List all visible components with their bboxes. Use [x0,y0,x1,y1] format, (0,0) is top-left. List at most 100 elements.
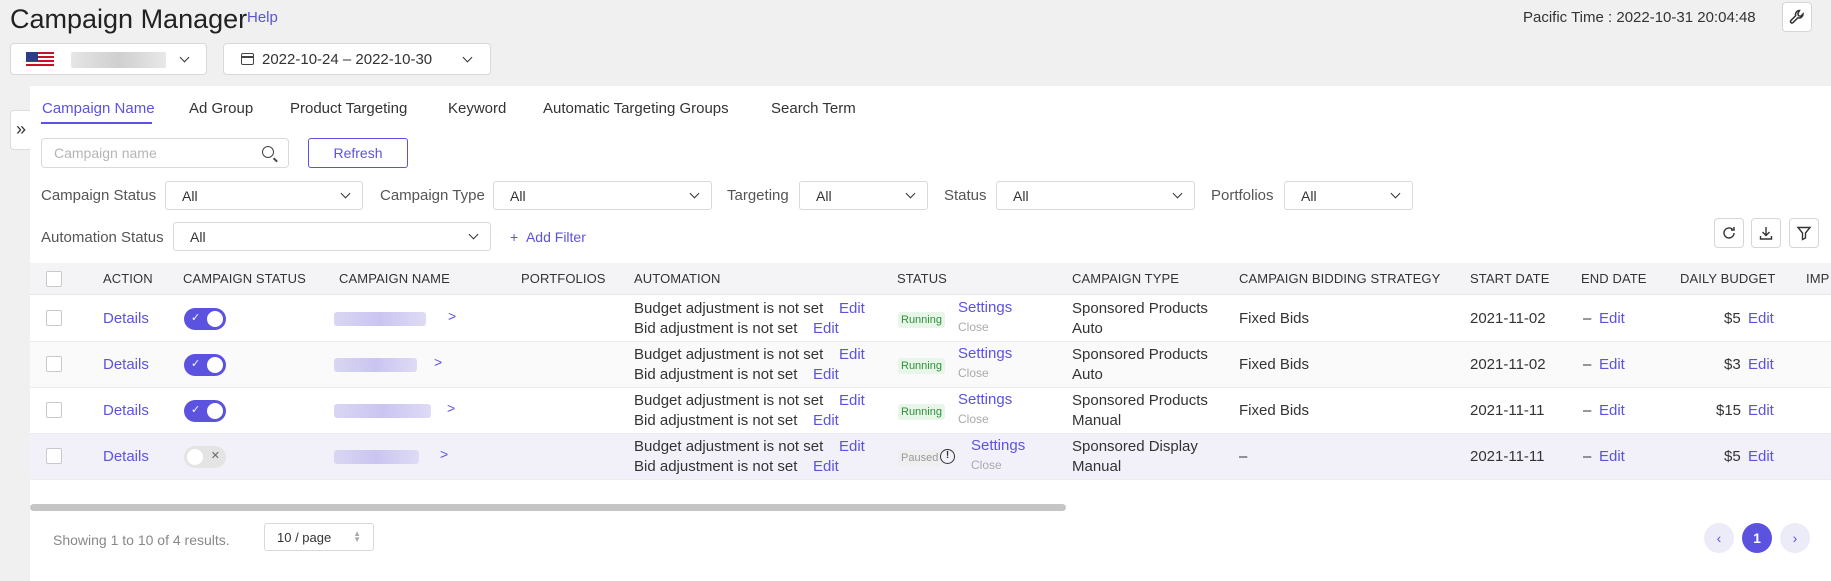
end-date-edit[interactable]: Edit [1599,356,1625,373]
campaign-name-redacted [334,358,417,372]
budget-adjustment-edit[interactable]: Edit [839,346,865,363]
budget-adjustment-edit[interactable]: Edit [839,438,865,455]
row-checkbox[interactable] [46,310,62,326]
budget-adjustment-text: Budget adjustment is not set [634,392,824,409]
next-page-button[interactable]: › [1780,523,1810,553]
campaign-type-line1: Sponsored Products [1072,300,1208,317]
col-daily-budget: DAILY BUDGET [1680,271,1776,286]
daily-budget-edit[interactable]: Edit [1748,448,1774,465]
filter-icon [1796,226,1812,241]
bid-adjustment-text: Bid adjustment is not set [634,320,798,337]
search-input[interactable]: Campaign name [41,138,289,168]
chevron-down-icon [468,229,479,240]
status-settings-link[interactable]: Settings [958,345,1012,362]
status-settings-link[interactable]: Settings [958,391,1012,408]
bid-adjustment-edit[interactable]: Edit [813,412,839,429]
status-close-link[interactable]: Close [958,366,989,380]
targeting-label: Targeting [727,187,789,204]
portfolios-select[interactable]: All [1284,181,1413,210]
bid-adjustment-edit[interactable]: Edit [813,458,839,475]
date-range-picker[interactable]: 2022-10-24 – 2022-10-30 [223,43,491,75]
daily-budget-edit[interactable]: Edit [1748,402,1774,419]
filter-button[interactable] [1789,218,1819,248]
status-close-link[interactable]: Close [958,412,989,426]
tab-automatic-targeting-groups[interactable]: Automatic Targeting Groups [543,100,729,117]
chevron-down-icon [179,52,190,63]
reload-button[interactable] [1714,218,1744,248]
campaign-status-toggle[interactable]: ✕ [184,446,226,468]
prev-page-button[interactable]: ‹ [1704,523,1734,553]
status-badge: Running [898,404,945,420]
info-icon[interactable]: ! [940,449,955,464]
search-icon[interactable] [262,146,274,158]
automation-status-select[interactable]: All [173,222,491,251]
campaign-status-toggle[interactable]: ✓ [184,308,226,330]
budget-adjustment-edit[interactable]: Edit [839,300,865,317]
tab-product-targeting[interactable]: Product Targeting [290,100,407,117]
row-checkbox[interactable] [46,448,62,464]
budget-adjustment-edit[interactable]: Edit [839,392,865,409]
tab-campaign-name[interactable]: Campaign Name [42,100,155,117]
row-checkbox[interactable] [46,356,62,372]
select-all-checkbox[interactable] [46,271,62,287]
us-flag-icon [26,52,54,68]
bidding-strategy: – [1239,448,1248,465]
daily-budget-edit[interactable]: Edit [1748,310,1774,327]
campaign-status-toggle[interactable]: ✓ [184,400,226,422]
page-title: Campaign Manager [10,4,248,34]
row-checkbox[interactable] [46,402,62,418]
page-1-button[interactable]: 1 [1742,523,1772,553]
campaign-type-line2: Manual [1072,412,1122,429]
chevron-right-icon[interactable]: > [448,308,456,324]
tab-ad-group[interactable]: Ad Group [189,100,253,117]
campaign-status-toggle[interactable]: ✓ [184,354,226,376]
campaign-status-select[interactable]: All [165,181,363,210]
settings-button[interactable] [1782,2,1812,32]
add-filter-button[interactable]: + Add Filter [510,229,586,245]
status-settings-link[interactable]: Settings [971,437,1025,454]
bid-adjustment-edit[interactable]: Edit [813,366,839,383]
details-link[interactable]: Details [103,310,149,327]
end-date-edit[interactable]: Edit [1599,448,1625,465]
chevron-right-icon[interactable]: > [447,400,455,416]
page-size-select[interactable]: 10 / page ▲ ▼ [264,523,374,551]
main-panel: Campaign Name Ad Group Product Targeting… [30,86,1831,581]
bid-adjustment-edit[interactable]: Edit [813,320,839,337]
col-portfolios: PORTFOLIOS [521,271,606,286]
portfolios-label: Portfolios [1211,187,1274,204]
daily-budget-edit[interactable]: Edit [1748,356,1774,373]
start-date: 2021-11-02 [1470,356,1546,373]
end-date-edit[interactable]: Edit [1599,402,1625,419]
campaign-type-label: Campaign Type [380,187,485,204]
campaign-type-select[interactable]: All [493,181,712,210]
marketplace-select[interactable] [10,43,207,75]
targeting-select[interactable]: All [799,181,928,210]
sidebar-expand-button[interactable]: » [10,110,32,150]
bid-adjustment-text: Bid adjustment is not set [634,458,798,475]
table-header: ACTION CAMPAIGN STATUS CAMPAIGN NAME POR… [30,263,1831,295]
end-date-edit[interactable]: Edit [1599,310,1625,327]
chevron-right-icon[interactable]: > [434,354,442,370]
check-icon: ✓ [191,358,201,370]
status-close-link[interactable]: Close [958,320,989,334]
status-select[interactable]: All [996,181,1195,210]
status-settings-link[interactable]: Settings [958,299,1012,316]
details-link[interactable]: Details [103,356,149,373]
help-link[interactable]: Help [247,9,278,26]
horizontal-scrollbar[interactable] [30,504,1066,511]
status-close-link[interactable]: Close [971,458,1002,472]
col-start-date: START DATE [1470,271,1550,286]
tab-search-term[interactable]: Search Term [771,100,856,117]
tab-keyword[interactable]: Keyword [448,100,506,117]
details-link[interactable]: Details [103,402,149,419]
refresh-button[interactable]: Refresh [308,138,408,168]
download-button[interactable] [1751,218,1781,248]
end-date: – [1583,402,1592,419]
table-row: Details ✓ > Budget adjustment is not set… [30,296,1831,342]
details-link[interactable]: Details [103,448,149,465]
chevron-right-icon[interactable]: > [440,446,448,462]
campaign-name-redacted [334,404,431,418]
bidding-strategy: Fixed Bids [1239,402,1310,419]
table-row: Details ✓ > Budget adjustment is not set… [30,388,1831,434]
start-date: 2021-11-02 [1470,310,1546,327]
